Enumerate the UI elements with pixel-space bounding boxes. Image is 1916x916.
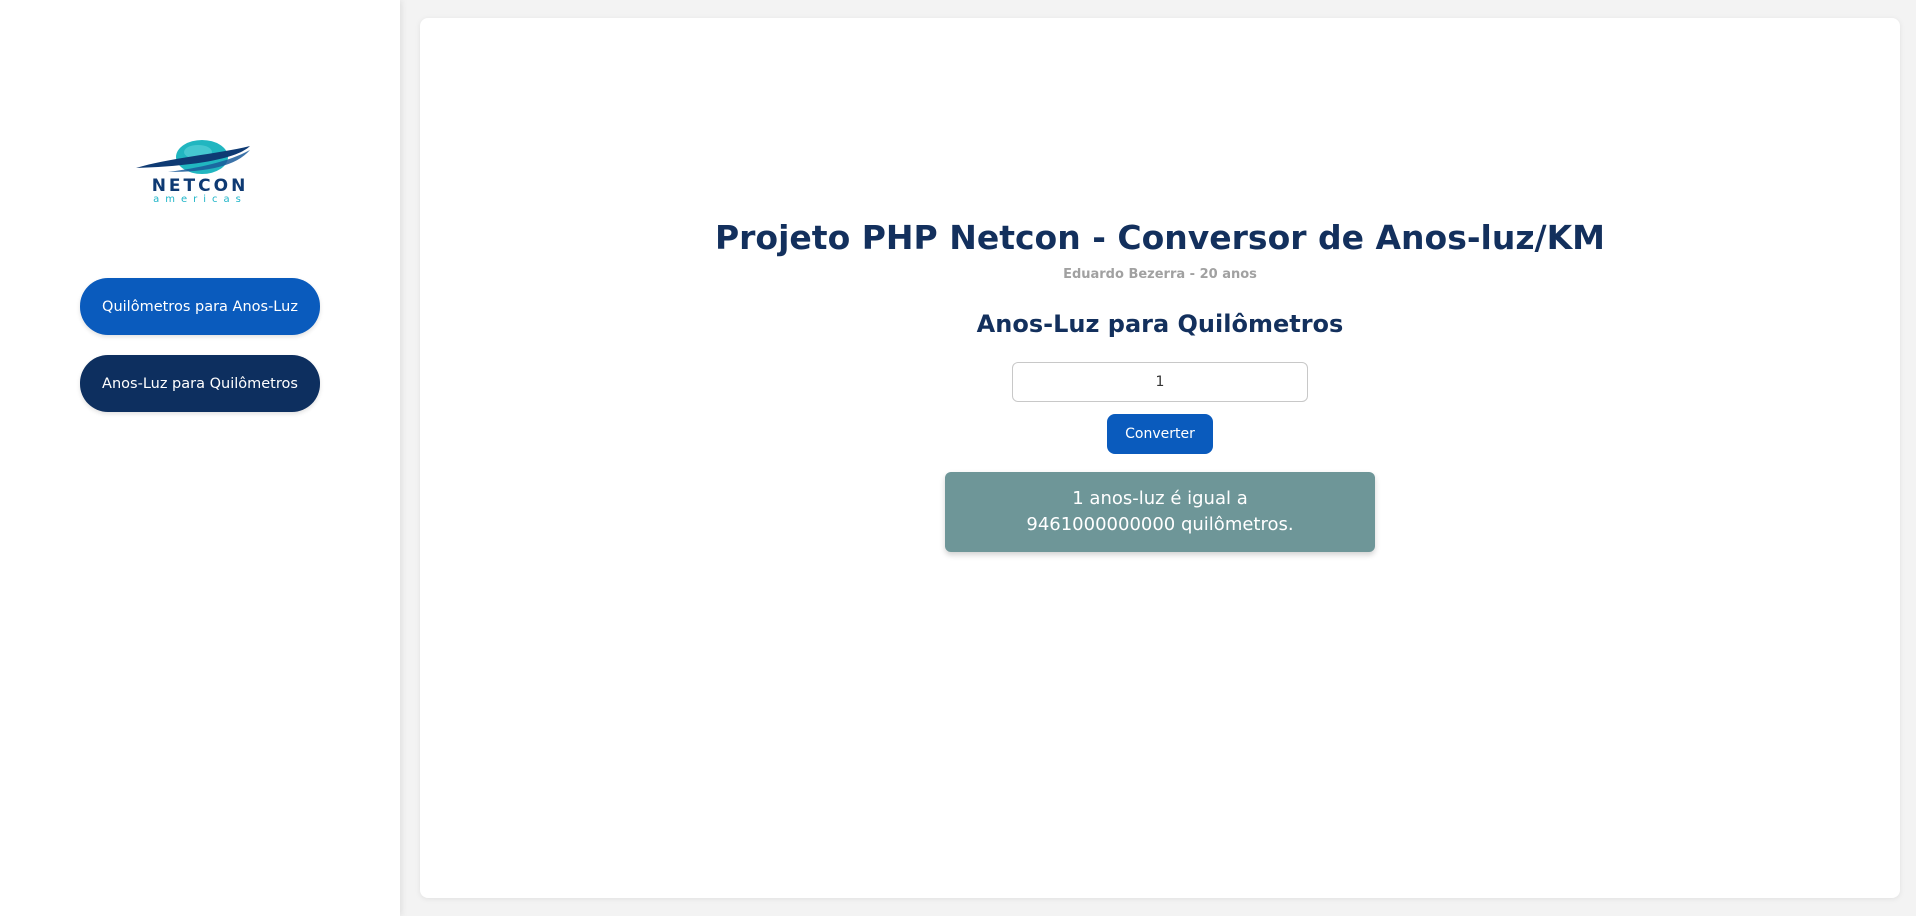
logo-wordmark: NETCON [151, 176, 249, 196]
convert-button[interactable]: Converter [1107, 414, 1213, 454]
author-subtitle: Eduardo Bezerra - 20 anos [1063, 267, 1257, 282]
globe-icon [136, 140, 250, 174]
page-title: Projeto PHP Netcon - Conversor de Anos-l… [714, 218, 1606, 257]
lightyear-to-km-button[interactable]: Anos-Luz para Quilômetros [80, 355, 320, 412]
netcon-logo: NETCON americas [128, 136, 272, 210]
sidebar: NETCON americas Quilômetros para Anos-Lu… [0, 0, 400, 916]
section-title: Anos-Luz para Quilômetros [976, 310, 1344, 338]
logo-subtext: americas [153, 194, 247, 205]
km-to-lightyear-button[interactable]: Quilômetros para Anos-Luz [80, 278, 320, 335]
result-box: 1 anos-luz é igual a 9461000000000 quilô… [945, 472, 1375, 552]
lightyear-input[interactable] [1012, 362, 1308, 402]
main-panel: Projeto PHP Netcon - Conversor de Anos-l… [420, 18, 1900, 898]
